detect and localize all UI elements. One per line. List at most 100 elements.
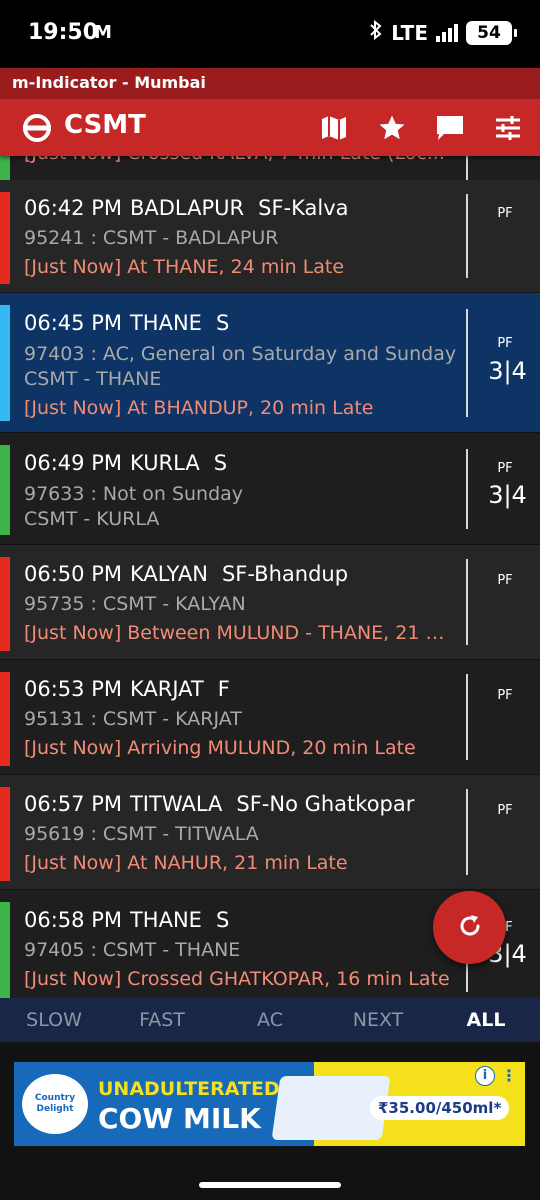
train-heading: 06:42 PM BADLAPUR SF-Kalva [24,196,349,220]
train-status: [Just Now] Arriving MULUND, 20 min Late [24,737,416,759]
train-number-route: 95619 : CSMT - TITWALA [24,823,259,845]
train-type: SF-Kalva [258,196,349,220]
battery-level: 54 [477,22,501,43]
ad-banner[interactable]: Country Delight UNADULTERATED COW MILK ₹… [14,1062,525,1146]
train-destination: THANE [129,311,202,335]
train-destination: KALYAN [129,562,208,586]
train-line-indicator [0,787,10,881]
station-name[interactable]: CSMT [64,110,146,140]
ad-brand-logo: Country Delight [22,1074,88,1134]
train-route: CSMT - THANE [24,368,162,390]
ad-info-icon[interactable]: i [475,1066,495,1086]
train-line-indicator [0,156,10,180]
train-row[interactable]: 06:49 PM KURLA S 97633 : Not on Sunday CSM… [0,433,540,544]
train-heading: 06:45 PM THANE S [24,311,229,335]
row-divider [466,674,468,760]
platform-label: PF [497,206,513,221]
refresh-icon [457,913,483,943]
ad-area: Country Delight UNADULTERATED COW MILK ₹… [0,1042,540,1200]
train-row[interactable]: 06:50 PM KALYAN SF-Bhandup 95735 : CSMT - … [0,545,540,659]
platform-number: 3|4 [488,481,527,509]
train-status: [Just Now] Crossed GHATKOPAR, 16 min Lat… [24,968,450,990]
train-row[interactable]: 06:53 PM KARJAT F 95131 : CSMT - KARJAT [J… [0,660,540,774]
train-number-route: 95131 : CSMT - KARJAT [24,708,242,730]
train-line-indicator [0,192,10,284]
train-destination: TITWALA [129,792,223,816]
train-list[interactable]: [Just Now] Crossed KALVA, 7 min Late (Lo… [0,156,540,998]
app-title: m-Indicator - Mumbai [12,73,206,92]
platform-label: PF [497,336,513,351]
row-divider [466,194,468,278]
map-icon[interactable] [316,111,352,145]
train-destination: BADLAPUR [129,196,245,220]
platform-label: PF [497,573,513,588]
train-route: CSMT - KURLA [24,508,160,530]
tab-next[interactable]: NEXT [324,998,432,1042]
row-divider [466,559,468,645]
train-number-route: 97633 : Not on Sunday [24,483,244,505]
ad-product: COW MILK [98,1102,261,1135]
train-heading: 06:58 PM THANE S [24,908,229,932]
train-status: [Just Now] Crossed KALVA, 7 min Late (Lo… [24,156,454,164]
train-row-selected[interactable]: 06:45 PM THANE S 97403 : AC, General on Sa… [0,293,540,432]
chat-icon[interactable] [432,111,468,145]
train-number-route: 97405 : CSMT - THANE [24,939,241,961]
train-time: 06:42 PM [24,196,122,220]
train-time: 06:57 PM [24,792,122,816]
train-status: [Just Now] Between MULUND - THANE, 21 mi… [24,622,454,644]
train-line-indicator [0,672,10,766]
star-icon[interactable] [374,111,410,145]
train-time: 06:49 PM [24,451,122,475]
train-type: F [217,677,230,701]
row-divider [466,789,468,875]
train-destination: THANE [129,908,202,932]
train-time: 06:45 PM [24,311,122,335]
row-divider [466,156,468,180]
train-time: 06:58 PM [24,908,122,932]
ad-headline: UNADULTERATED [98,1078,280,1100]
ad-more-icon[interactable]: ⋮ [501,1066,517,1085]
train-line-indicator [0,902,10,998]
train-row-partial[interactable]: [Just Now] Crossed KALVA, 7 min Late (Lo… [0,156,540,180]
train-destination: KURLA [129,451,200,475]
status-time: 19:50 [28,20,99,45]
train-heading: 06:49 PM KURLA S [24,451,227,475]
train-type: S [215,311,230,335]
train-line-indicator [0,445,10,535]
railway-logo-icon[interactable] [22,113,52,143]
row-divider [466,449,468,529]
tab-ac[interactable]: AC [216,998,324,1042]
train-line-indicator [0,557,10,651]
train-line-indicator [0,305,10,421]
battery-icon: 54 [466,20,517,45]
train-row[interactable]: 06:42 PM BADLAPUR SF-Kalva 95241 : CSMT - … [0,180,540,292]
train-number-route: 95241 : CSMT - BADLAPUR [24,227,279,249]
app-title-bar: m-Indicator - Mumbai [0,68,540,99]
train-heading: 06:57 PM TITWALA SF-No Ghatkopar [24,792,414,816]
tab-all[interactable]: ALL [432,998,540,1042]
train-status: [Just Now] At THANE, 24 min Late [24,256,345,278]
train-destination: KARJAT [129,677,204,701]
train-number-route: 97403 : AC, General on Saturday and Sund… [24,343,457,365]
platform-label: PF [497,688,513,703]
train-time: 06:50 PM [24,562,122,586]
train-type: SF-Bhandup [221,562,349,586]
ad-price: ₹35.00/450ml* [370,1096,510,1120]
platform-number: 3|4 [488,357,527,385]
train-status: [Just Now] At BHANDUP, 20 min Late [24,397,374,419]
train-row[interactable]: 06:57 PM TITWALA SF-No Ghatkopar 95619 : C… [0,775,540,889]
platform-label: PF [497,803,513,818]
filter-sliders-icon[interactable] [490,111,526,145]
tab-fast[interactable]: FAST [108,998,216,1042]
status-right: LTE 54 [369,19,517,45]
train-heading: 06:53 PM KARJAT F [24,677,230,701]
filter-tabs: SLOW FAST AC NEXT ALL [0,998,540,1042]
tab-slow[interactable]: SLOW [0,998,108,1042]
signal-icon [436,23,458,42]
row-divider [466,309,468,417]
toolbar: CSMT [0,99,540,156]
train-status: [Just Now] At NAHUR, 21 min Late [24,852,348,874]
platform-label: PF [497,461,513,476]
train-heading: 06:50 PM KALYAN SF-Bhandup [24,562,348,586]
refresh-button[interactable] [433,891,506,964]
